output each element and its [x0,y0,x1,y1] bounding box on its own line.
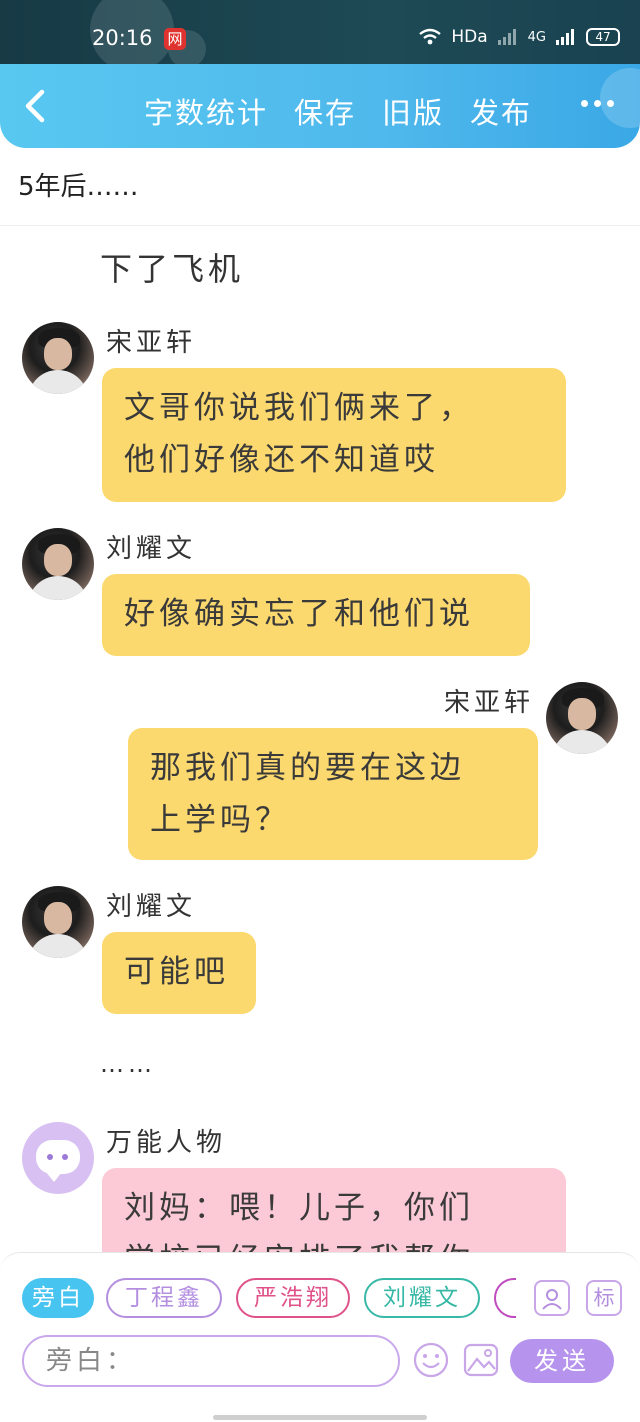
word-count-button[interactable]: 字数统计 [144,90,268,132]
narration-text[interactable]: 下了飞机 [100,244,244,290]
character-manage-icon[interactable] [534,1280,570,1316]
message-bubble[interactable]: 那我们真的要在这边 上学吗？ [128,728,538,860]
netease-music-icon: 网 [164,28,186,50]
chapter-note[interactable]: 5年后…… [18,166,139,203]
publish-button[interactable]: 发布 [470,90,532,132]
signal-icon-1 [497,29,516,45]
avatar-liu-yaowen[interactable] [22,528,94,600]
more-dots-icon[interactable] [581,100,614,107]
sender-name: 刘耀文 [106,534,197,564]
role-chip-narrator[interactable]: 旁白 [22,1278,94,1318]
send-button[interactable]: 发送 [510,1339,614,1383]
old-version-button[interactable]: 旧版 [382,90,444,132]
message-bubble[interactable]: 可能吧 [102,932,256,1014]
sender-name: 宋亚轩 [106,328,197,358]
save-button[interactable]: 保存 [294,90,356,132]
message-line: 他们好像还不知道哎 [124,442,439,478]
sender-name: 宋亚轩 [444,688,535,718]
message-line: 文哥你说我们俩来了， [124,390,474,426]
message-line: 好像确实忘了和他们说 [124,596,474,632]
message-line: 刘妈：喂！儿子，你们 [124,1190,474,1226]
narration-text[interactable]: …… [100,1050,156,1078]
message-bubble[interactable]: 好像确实忘了和他们说 [102,574,530,656]
back-arrow-icon[interactable] [18,86,54,126]
signal-icon-2 [556,29,574,45]
message-line: 可能吧 [124,954,229,990]
avatar-song-yaxuan[interactable] [546,682,618,754]
avatar-liu-yaowen[interactable] [22,886,94,958]
network-type: 4G [527,29,546,45]
role-chip-yan-haoxiang[interactable]: 严浩翔 [236,1278,350,1318]
status-indicators: HDa 4G 47 [418,27,620,47]
home-indicator[interactable] [213,1415,427,1420]
emoji-icon[interactable] [412,1341,450,1379]
avatar-universal-character[interactable] [22,1122,94,1194]
role-chip-more[interactable] [494,1278,516,1318]
sender-name: 万能人物 [106,1128,227,1158]
network-label: HDa [451,27,488,47]
role-chip-liu-yaowen[interactable]: 刘耀文 [364,1278,480,1318]
composer-bar: 旁白 丁程鑫 严浩翔 刘耀文 标 旁白： 发送 [0,1252,640,1392]
sender-name: 刘耀文 [106,892,197,922]
divider [0,225,640,226]
wifi-icon [419,28,442,45]
header-actions: 字数统计 保存 旧版 发布 [144,90,532,132]
message-bubble[interactable]: 文哥你说我们俩来了， 他们好像还不知道哎 [102,368,566,502]
chat-bubble-icon [36,1140,80,1182]
battery-icon: 47 [586,28,620,46]
role-chip-ding-chengxin[interactable]: 丁程鑫 [106,1278,222,1318]
image-icon[interactable] [462,1341,500,1379]
status-time: 20:16 [92,26,153,50]
message-line: 那我们真的要在这边 [150,750,465,786]
message-input[interactable]: 旁白： [22,1335,400,1387]
avatar-song-yaxuan[interactable] [22,322,94,394]
tag-button[interactable]: 标 [586,1280,622,1316]
editor-header: 字数统计 保存 旧版 发布 [0,64,640,148]
message-line: 上学吗？ [150,802,290,838]
